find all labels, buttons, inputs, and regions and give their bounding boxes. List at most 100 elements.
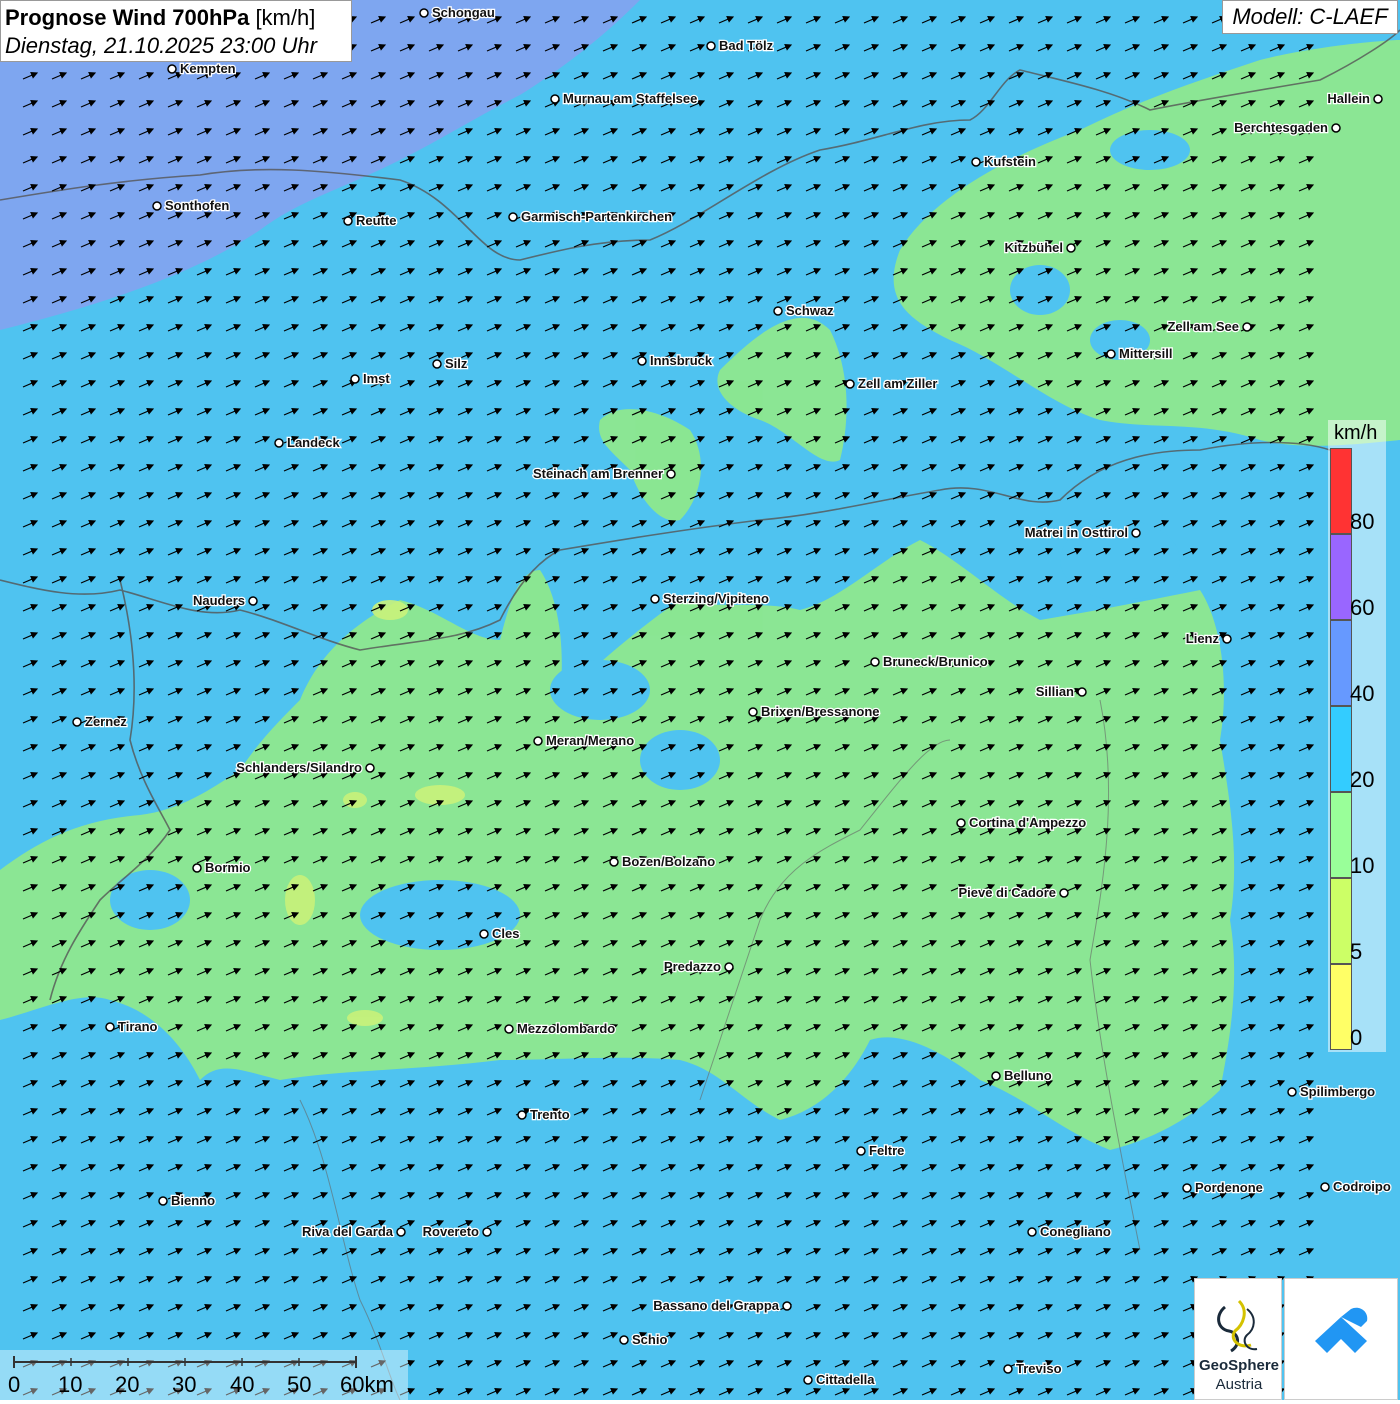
city-dot: [1106, 349, 1116, 359]
legend-unit: km/h: [1334, 422, 1378, 444]
title-box: Prognose Wind 700hPa [km/h] Dienstag, 21…: [0, 0, 352, 62]
city-dot: [167, 64, 177, 74]
scale-label: 40: [230, 1372, 255, 1397]
city-marker: Bozen/Bolzano: [609, 853, 716, 870]
city-label: Imst: [363, 371, 390, 386]
city-label: Treviso: [1016, 1361, 1062, 1376]
scale-label: 0: [8, 1372, 21, 1397]
legend-tick-label: 0: [1350, 1025, 1363, 1050]
city-marker: Brixen/Bressanone: [748, 703, 881, 720]
city-label: Codroipo: [1333, 1179, 1391, 1194]
city-marker: Schlanders/Silandro: [235, 759, 375, 776]
city-dot: [158, 1196, 168, 1206]
city-label: Schlanders/Silandro: [236, 760, 362, 775]
city-marker: Pieve di Cadore: [957, 884, 1069, 901]
city-label: Kitzbühel: [1005, 240, 1064, 255]
city-dot: [365, 763, 375, 773]
city-label: Cittadella: [816, 1372, 875, 1387]
wind-map: Schongau Bad Tölz Kempten Murnau am Staffel…: [0, 0, 1400, 1400]
city-label: Bienno: [171, 1193, 215, 1208]
city-label: Brixen/Bressanone: [761, 704, 880, 719]
city-marker: Cortina d'Ampezzo: [956, 814, 1088, 831]
city-label: Sterzing/Vipiteno: [663, 591, 769, 606]
map-title-unit: [km/h]: [255, 5, 316, 30]
city-dot: [479, 929, 489, 939]
city-dot: [724, 962, 734, 972]
city-marker: Conegliano: [1027, 1223, 1112, 1240]
legend-tick-label: 10: [1350, 853, 1375, 878]
geosphere-logo: GeoSphere Austria: [1194, 1278, 1282, 1400]
city-label: Kempten: [180, 61, 236, 76]
city-dot: [1003, 1364, 1013, 1374]
city-dot: [1182, 1183, 1192, 1193]
city-marker: Bruneck/Brunico: [870, 653, 989, 670]
scale-label: 20: [115, 1372, 140, 1397]
map-title: Prognose Wind 700hPa: [5, 5, 250, 30]
city-label: Nauders: [193, 593, 245, 608]
city-dot: [1131, 528, 1141, 538]
city-label: Cortina d'Ampezzo: [969, 815, 1086, 830]
city-label: Rovereto: [423, 1224, 479, 1239]
city-dot: [1066, 243, 1076, 253]
city-marker: Schongau: [419, 4, 496, 21]
city-marker: Mezzolombardo: [504, 1020, 617, 1037]
city-label: Schongau: [432, 5, 495, 20]
city-marker: Murnau am Staffelsee: [550, 90, 699, 107]
city-dot: [773, 306, 783, 316]
scale-label: 60km: [340, 1372, 394, 1397]
city-label: Sillian: [1036, 684, 1074, 699]
city-dot: [508, 212, 518, 222]
city-marker: Pordenone: [1182, 1179, 1264, 1196]
city-label: Reutte: [356, 213, 396, 228]
warning-logo: [1284, 1278, 1398, 1400]
city-dot: [396, 1227, 406, 1237]
city-dot: [274, 438, 284, 448]
model-label: Modell: C-LAEF: [1222, 0, 1398, 34]
city-dot: [248, 596, 258, 606]
city-label: Garmisch-Partenkirchen: [521, 209, 672, 224]
city-label: Mittersill: [1119, 346, 1172, 361]
warning-logo-icon: [1315, 1307, 1368, 1353]
city-dot: [650, 594, 660, 604]
city-label: Sonthofen: [165, 198, 229, 213]
city-dot: [1242, 322, 1252, 332]
city-dot: [971, 157, 981, 167]
city-label: Bassano del Grappa: [653, 1298, 779, 1313]
city-marker: Meran/Merano: [533, 732, 635, 749]
city-marker: Matrei in Osttirol: [1023, 524, 1141, 541]
city-marker: Sonthofen: [152, 197, 231, 214]
legend-tick-label: 60: [1350, 595, 1375, 620]
scale-label: 30: [172, 1372, 197, 1397]
city-label: Cles: [492, 926, 519, 941]
city-dot: [1287, 1087, 1297, 1097]
city-marker: Steinach am Brenner: [532, 465, 676, 482]
city-dot: [856, 1146, 866, 1156]
city-dot: [504, 1024, 514, 1034]
legend-tick-label: 40: [1350, 681, 1375, 706]
city-label: Spilimbergo: [1300, 1084, 1375, 1099]
city-dot: [350, 374, 360, 384]
city-label: Predazzo: [664, 959, 721, 974]
city-marker: Zell am See: [1166, 318, 1252, 335]
city-label: Conegliano: [1040, 1224, 1111, 1239]
city-label: Riva del Garda: [302, 1224, 394, 1239]
city-dot: [152, 201, 162, 211]
city-dot: [72, 717, 82, 727]
city-dot: [1077, 687, 1087, 697]
city-dot: [550, 94, 560, 104]
city-dot: [782, 1301, 792, 1311]
legend-color-segment: [1330, 964, 1352, 1050]
city-marker: Garmisch-Partenkirchen: [508, 208, 673, 225]
city-label: Innsbruck: [650, 353, 713, 368]
city-label: Schio: [632, 1332, 667, 1347]
city-dot: [1027, 1227, 1037, 1237]
legend-tick-label: 20: [1350, 767, 1375, 792]
city-label: Hallein: [1327, 91, 1370, 106]
city-dot: [609, 857, 619, 867]
legend-color-segment: [1330, 620, 1352, 706]
city-dot: [533, 736, 543, 746]
city-label: Mezzolombardo: [517, 1021, 615, 1036]
city-dot: [1320, 1182, 1330, 1192]
map-subtitle: Dienstag, 21.10.2025 23:00 Uhr: [5, 33, 317, 58]
city-marker: Riva del Garda: [301, 1223, 406, 1240]
